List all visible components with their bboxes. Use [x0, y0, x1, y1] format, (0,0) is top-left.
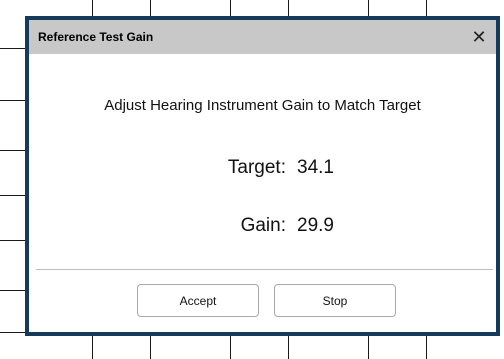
button-separator [36, 269, 493, 270]
gain-label: Gain: [240, 215, 286, 236]
reference-test-gain-dialog: Reference Test Gain ✕ Adjust Hearing Ins… [25, 16, 500, 336]
accept-button[interactable]: Accept [137, 284, 259, 317]
gain-value: 29.9 [297, 215, 334, 236]
target-label: Target: [227, 157, 286, 178]
close-icon[interactable]: ✕ [466, 24, 492, 50]
instruction-text: Adjust Hearing Instrument Gain to Match … [104, 97, 421, 114]
target-value: 34.1 [297, 157, 334, 178]
dialog-title: Reference Test Gain [38, 30, 154, 44]
dialog-titlebar[interactable]: Reference Test Gain ✕ [29, 20, 496, 54]
stop-button[interactable]: Stop [274, 284, 396, 317]
